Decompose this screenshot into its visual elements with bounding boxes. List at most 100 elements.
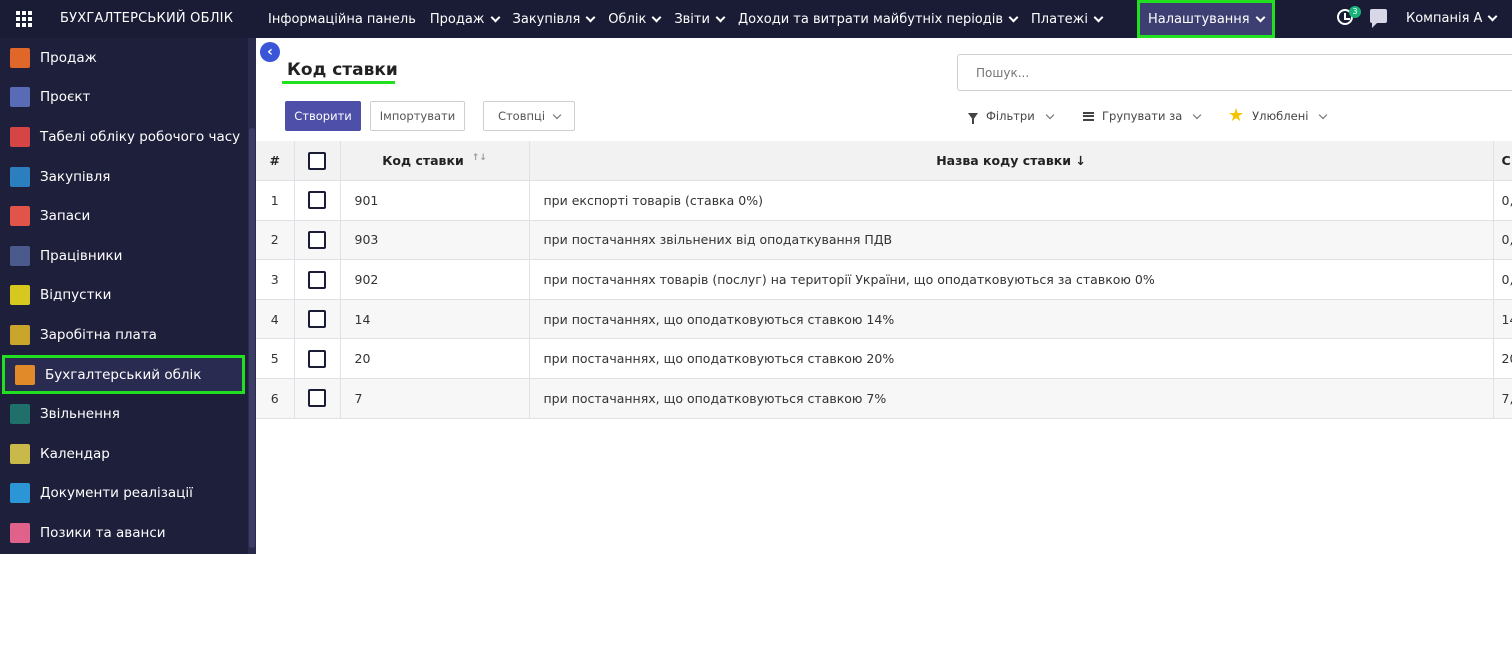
table-row[interactable]: 4 14 при постачаннях, що оподатковуються с… — [256, 299, 1512, 340]
menu-item-6[interactable]: Платежі — [1031, 0, 1104, 38]
menu-item-0[interactable]: Інформаційна панель — [268, 0, 416, 38]
sidebar-item-8[interactable]: Бухгалтерський облік — [2, 354, 245, 395]
menu-item-4[interactable]: Звіти — [674, 0, 726, 38]
back-arrow-icon[interactable]: ‹ — [260, 42, 280, 62]
sidebar-item-label: Проєкт — [40, 89, 91, 106]
row-num: 2 — [256, 220, 295, 261]
apps-grid-icon[interactable] — [16, 11, 32, 27]
menu-item-label: Доходи та витрати майбутніх періодів — [737, 11, 1004, 27]
row-checkbox[interactable] — [308, 270, 326, 289]
sort-icon[interactable]: ↑↓ — [472, 153, 487, 163]
row-checkbox[interactable] — [308, 191, 326, 210]
import-button[interactable]: Імпортувати — [370, 101, 465, 131]
module-icon — [10, 126, 30, 147]
app-brand[interactable]: БУХГАЛТЕРСЬКИЙ ОБЛІК — [60, 0, 233, 38]
sidebar-item-4[interactable]: Запаси — [0, 196, 248, 236]
row-checkbox[interactable] — [308, 349, 326, 368]
row-name[interactable]: при постачаннях, що оподатковуються став… — [529, 338, 1494, 380]
header-name[interactable]: Назва коду ставки ↓ — [529, 141, 1494, 182]
header-select-all[interactable] — [294, 141, 341, 182]
scrollbar-thumb[interactable] — [249, 128, 255, 548]
menu-item-2[interactable]: Закупівля — [512, 0, 596, 38]
row-name[interactable]: при постачаннях, що оподатковуються став… — [529, 299, 1494, 340]
header-rate[interactable]: С — [1493, 141, 1512, 182]
columns-button[interactable]: Стовпці — [483, 101, 575, 131]
group-by-dropdown[interactable]: Групувати за — [1083, 101, 1202, 131]
table-row[interactable]: 2 903 при постачаннях звільнених від опода… — [256, 220, 1512, 261]
menu-item-1[interactable]: Продаж — [429, 0, 500, 38]
sidebar-item-0[interactable]: Продаж — [0, 38, 248, 78]
sidebar-item-12[interactable]: Позики та аванси — [0, 513, 248, 553]
row-checkbox[interactable] — [308, 310, 326, 329]
filter-icon — [968, 112, 978, 124]
sidebar-item-2[interactable]: Табелі обліку робочого часу — [0, 117, 248, 157]
row-num: 1 — [256, 180, 295, 221]
row-code[interactable]: 14 — [340, 299, 530, 340]
table-row[interactable]: 6 7 при постачаннях, що оподатковуються ст… — [256, 378, 1512, 419]
select-all-checkbox[interactable] — [308, 151, 326, 170]
rates-table-container: # Код ставки ↑↓ Назва коду ставки ↓ С 1 90… — [256, 141, 1512, 419]
row-name[interactable]: при експорті товарів (ставка 0%) — [529, 180, 1494, 221]
menu-item-label: Платежі — [1031, 11, 1088, 27]
chevron-down-icon — [1193, 110, 1202, 119]
row-rate[interactable]: 0,00 — [1493, 220, 1512, 261]
sidebar-item-7[interactable]: Заробітна плата — [0, 315, 248, 355]
sidebar-item-1[interactable]: Проєкт — [0, 78, 248, 118]
row-code[interactable]: 20 — [340, 338, 530, 380]
chat-icon[interactable] — [1370, 9, 1387, 28]
company-switcher[interactable]: Компанія А — [1406, 0, 1498, 38]
sidebar-item-11[interactable]: Документи реалізації — [0, 474, 248, 514]
menu-item-label: Продаж — [429, 11, 485, 27]
favorites-dropdown[interactable]: ★ Улюблені — [1228, 101, 1328, 131]
row-select-cell[interactable] — [294, 220, 341, 261]
row-code[interactable]: 7 — [340, 378, 530, 419]
row-code[interactable]: 901 — [340, 180, 530, 221]
filters-dropdown[interactable]: Фільтри — [968, 101, 1054, 131]
sidebar-item-3[interactable]: Закупівля — [0, 157, 248, 197]
menu-item-label: Звіти — [674, 11, 710, 27]
module-icon — [10, 206, 30, 227]
table-row[interactable]: 3 902 при постачаннях товарів (послуг) на … — [256, 259, 1512, 300]
sidebar-item-6[interactable]: Відпустки — [0, 276, 248, 316]
chevron-down-icon — [1255, 12, 1266, 22]
menu-item-5[interactable]: Доходи та витрати майбутніх періодів — [737, 0, 1019, 38]
row-rate[interactable]: 14,00 — [1493, 299, 1512, 340]
sidebar-item-label: Документи реалізації — [40, 485, 193, 502]
row-code[interactable]: 902 — [340, 259, 530, 300]
row-checkbox[interactable] — [308, 230, 326, 249]
row-num: 6 — [256, 378, 295, 419]
table-row[interactable]: 5 20 при постачаннях, що оподатковуються с… — [256, 338, 1512, 380]
row-rate[interactable]: 20,00 — [1493, 338, 1512, 380]
row-name[interactable]: при постачаннях звільнених від оподаткув… — [529, 220, 1494, 261]
menu-item-settings-label: Налаштування — [1148, 11, 1250, 27]
row-name[interactable]: при постачаннях товарів (послуг) на тери… — [529, 259, 1494, 300]
menu-item-label: Закупівля — [512, 11, 581, 27]
row-select-cell[interactable] — [294, 378, 341, 419]
chevron-down-icon — [1093, 12, 1104, 22]
sidebar-scrollbar[interactable] — [248, 38, 256, 554]
row-select-cell[interactable] — [294, 180, 341, 221]
row-name[interactable]: при постачаннях, що оподатковуються став… — [529, 378, 1494, 419]
row-rate[interactable]: 0,00 — [1493, 180, 1512, 221]
menu-item-settings[interactable]: Налаштування — [1137, 0, 1275, 38]
sidebar-item-10[interactable]: Календар — [0, 434, 248, 474]
row-code[interactable]: 903 — [340, 220, 530, 261]
table-row[interactable]: 1 901при експорті товарів (ставка 0%)0,00 — [256, 180, 1512, 221]
row-checkbox[interactable] — [308, 389, 326, 408]
row-rate[interactable]: 7,00 — [1493, 378, 1512, 419]
module-icon — [10, 245, 30, 266]
header-code-label: Код ставки — [382, 153, 464, 169]
create-button[interactable]: Створити — [285, 101, 361, 131]
header-code[interactable]: Код ставки ↑↓ — [340, 141, 530, 182]
row-rate[interactable]: 0,00 — [1493, 259, 1512, 300]
header-num: # — [256, 141, 295, 182]
menu-item-3[interactable]: Облік — [608, 0, 662, 38]
search-input[interactable] — [957, 54, 1512, 91]
sidebar-item-9[interactable]: Звільнення — [0, 394, 248, 434]
module-icon — [10, 483, 30, 504]
sidebar-item-5[interactable]: Працівники — [0, 236, 248, 276]
row-select-cell[interactable] — [294, 259, 341, 300]
row-select-cell[interactable] — [294, 338, 341, 380]
row-num: 3 — [256, 259, 295, 300]
row-select-cell[interactable] — [294, 299, 341, 340]
